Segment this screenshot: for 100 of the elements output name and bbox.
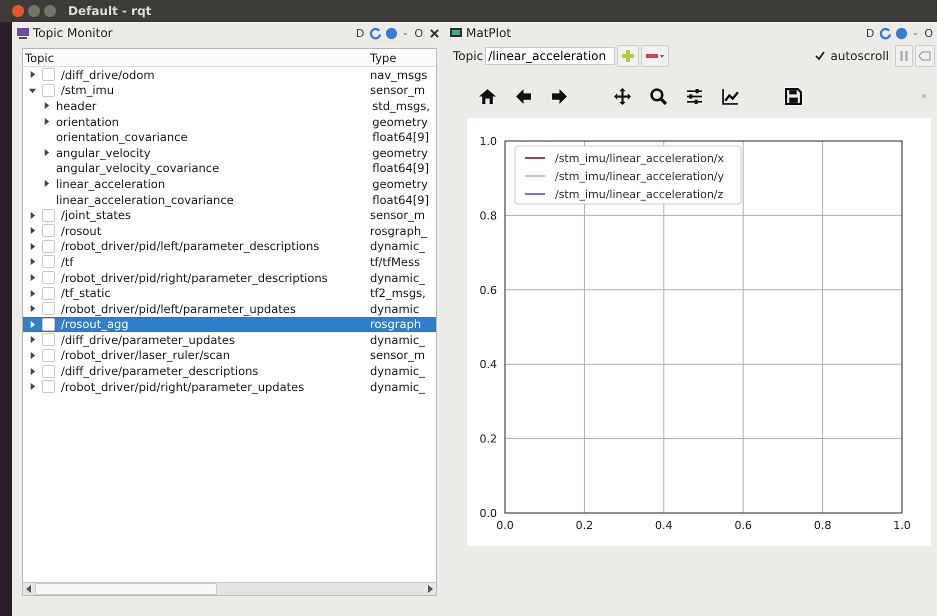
x-tick-label: 0.0 [496,519,514,532]
topic-type: dynamic_ [370,270,426,285]
topic-name: /diff_drive/parameter_updates [61,332,235,347]
clear-button[interactable] [915,45,935,67]
panel-title: Topic Monitor [33,26,113,40]
scroll-right-icon[interactable] [427,585,433,593]
field-type: float64[9] [372,161,430,176]
topic-row[interactable]: /rosout_agg rosgraph [23,316,436,332]
x-tick-label: 1.0 [893,519,911,532]
field-row[interactable]: header std_msgs, [23,98,436,114]
expand-arrow-icon[interactable] [29,383,36,390]
float-button[interactable]: O [922,26,935,40]
expand-arrow-icon[interactable] [29,320,36,328]
topic-name: /diff_drive/odom [61,68,155,82]
expand-arrow-icon[interactable] [29,258,36,266]
field-type: float64[9] [372,192,430,207]
checkbox[interactable] [42,318,55,331]
expand-arrow-icon[interactable] [29,71,36,78]
close-icon[interactable] [430,28,439,38]
expand-arrow-icon[interactable] [29,227,36,234]
expand-arrow-icon[interactable] [43,118,50,126]
x-tick-label: 0.6 [734,519,752,532]
field-row[interactable]: orientation geometry [23,114,436,130]
checkbox[interactable] [42,348,55,362]
search-icon[interactable] [650,88,667,104]
topic-row[interactable]: /joint_states sensor_m [23,207,436,223]
line-chart-icon[interactable] [722,88,739,104]
remove-button[interactable] [641,45,670,67]
minimize-button[interactable]: - [401,26,410,40]
field-row[interactable]: orientation_covariance float64[9] [23,129,436,145]
topic-row[interactable]: /diff_drive/parameter_updates dynamic_ [23,332,436,348]
topic-name: /robot_driver/laser_ruler/scan [61,348,230,362]
dock-button[interactable]: D [354,26,366,40]
x-tick-label: 0.4 [655,519,673,532]
pan-icon[interactable] [614,88,631,104]
minimize-button[interactable]: - [911,26,920,40]
topic-row[interactable]: /robot_driver/pid/left/parameter_updates dynamic [23,300,436,316]
column-header[interactable]: Topic [23,50,370,64]
field-row[interactable]: linear_acceleration geometry [23,176,436,192]
topic-row[interactable]: /tf tf/tfMess [23,254,436,270]
dock-button[interactable]: D [864,26,876,40]
topic-row[interactable]: /robot_driver/pid/right/parameter_descriptions dynamic_ [23,270,436,286]
checkbox[interactable] [42,302,55,316]
topic-type: rosgraph_ [370,224,428,238]
expand-arrow-icon[interactable] [29,368,36,375]
expand-arrow-icon[interactable] [29,336,36,344]
expand-arrow-icon[interactable] [43,149,50,156]
checkbox[interactable] [42,380,55,394]
expand-arrow-icon[interactable] [29,352,36,359]
topic-row[interactable]: /diff_drive/parameter_descriptions dynamic_ [23,363,436,379]
expand-arrow-icon[interactable] [29,274,36,282]
field-name: angular_velocity_covariance [56,161,220,176]
horizontal-scrollbar[interactable] [23,582,436,595]
checkbox[interactable] [42,208,55,222]
topic-row[interactable]: /robot_driver/pid/right/parameter_updates dynamic_ [23,378,436,394]
checkbox[interactable] [42,84,55,97]
topic-row[interactable]: /rosout rosgraph_ [23,222,436,239]
save-icon[interactable] [785,88,802,104]
expand-arrow-icon[interactable] [29,86,36,94]
expand-arrow-icon[interactable] [29,305,36,312]
topic-row[interactable]: /diff_drive/odom nav_msgs [23,67,436,83]
reload-icon[interactable] [879,26,892,40]
scroll-left-icon[interactable] [26,585,32,593]
topic-type: sensor_m [370,348,426,362]
y-tick-label: 0.8 [480,209,497,222]
column-header[interactable]: Type [370,50,436,64]
checkbox[interactable] [42,286,55,300]
checkbox[interactable] [42,364,55,378]
autoscroll-checkbox[interactable] [814,50,826,62]
topic-field[interactable]: /linear_acceleration [485,47,616,65]
field-row[interactable]: angular_velocity geometry [23,144,436,161]
close-button[interactable] [12,5,24,17]
expand-arrow-icon[interactable] [29,212,36,219]
field-type: float64[9] [372,130,430,144]
checkbox[interactable] [42,240,55,253]
checkbox[interactable] [42,271,55,284]
checkbox[interactable] [42,333,55,346]
expand-arrow-icon[interactable] [43,180,50,188]
float-button[interactable]: O [412,26,425,40]
home-icon[interactable] [479,88,496,104]
topic-type: nav_msgs [370,68,428,82]
sliders-icon[interactable] [686,88,703,104]
expand-arrow-icon[interactable] [29,290,36,297]
field-type: geometry [372,176,429,191]
checkbox[interactable] [42,255,55,268]
topic-row[interactable]: /robot_driver/pid/left/parameter_descriptions dynamic_ [23,238,436,254]
expand-arrow-icon[interactable] [43,102,50,110]
back-arrow-icon[interactable] [515,88,532,104]
expand-arrow-icon[interactable] [29,242,36,250]
topic-row[interactable]: /tf_static tf2_msgs, [23,285,436,301]
checkbox[interactable] [42,224,55,238]
topic-row[interactable]: /stm_imu sensor_m [23,82,436,98]
field-row[interactable]: angular_velocity_covariance float64[9] [23,160,436,176]
pause-icon [899,50,909,62]
monitor-icon [16,27,30,39]
reload-icon[interactable] [369,26,382,40]
field-row[interactable]: linear_acceleration_covariance float64[9] [23,192,436,208]
checkbox[interactable] [42,68,55,82]
topic-row[interactable]: /robot_driver/laser_ruler/scan sensor_m [23,348,436,364]
forward-arrow-icon[interactable] [551,88,568,104]
